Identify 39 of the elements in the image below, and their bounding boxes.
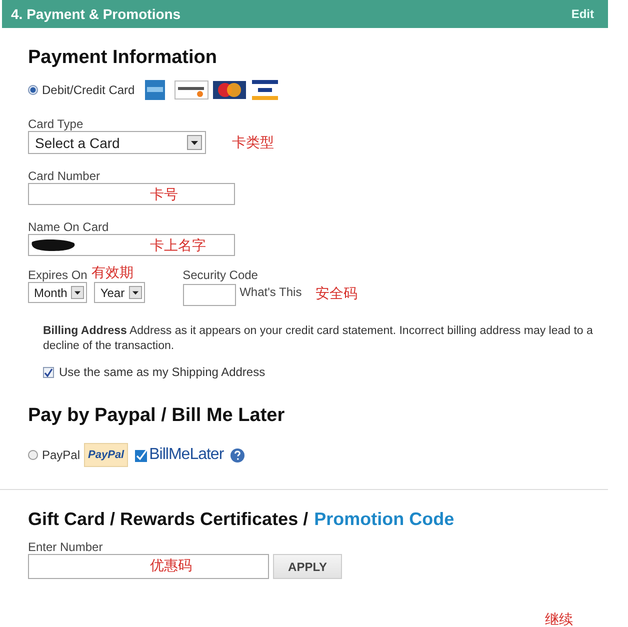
checkmark-icon bbox=[135, 448, 150, 462]
field-label: Security Code bbox=[182, 268, 258, 282]
promotion-code-link[interactable]: Promotion Code bbox=[314, 509, 454, 530]
apply-button[interactable]: APPLY bbox=[273, 554, 342, 579]
field-label: Card Type bbox=[28, 117, 84, 131]
field-label: Name On Card bbox=[28, 220, 110, 234]
year-dropdown[interactable]: Year bbox=[94, 282, 145, 303]
card-logos-icon bbox=[142, 79, 279, 101]
security-code-field[interactable] bbox=[182, 284, 236, 306]
field-label: Expires On bbox=[28, 268, 88, 282]
name-field[interactable]: 卡上名字 bbox=[28, 234, 235, 256]
section-heading: Gift Card / Rewards Certificates / bbox=[28, 509, 308, 530]
field-label: Card Number bbox=[28, 169, 102, 183]
radio-button[interactable] bbox=[28, 450, 38, 460]
radio-label: PayPal bbox=[42, 448, 80, 462]
card-number-field[interactable]: 卡号 bbox=[28, 183, 235, 205]
annotation: 安全码 bbox=[316, 285, 358, 303]
section-heading: Pay by Paypal / Bill Me Later bbox=[28, 405, 286, 427]
annotation: 继续 bbox=[545, 611, 573, 627]
billing-address-text: Billing Address Address as it appears on your credit card statement. Incorrect billing address may lead to a decline of the transaction. bbox=[43, 324, 593, 354]
radio-label: Debit/Credit Card bbox=[42, 83, 135, 97]
radio-button[interactable] bbox=[28, 85, 38, 95]
checkbox[interactable] bbox=[43, 366, 54, 378]
annotation: 卡号 bbox=[150, 186, 178, 204]
bill-me-later-logo: BillMeLater bbox=[149, 446, 224, 464]
gift-number-field[interactable]: 优惠码 bbox=[28, 554, 269, 579]
annotation: 有效期 bbox=[91, 264, 134, 282]
field-label: Enter Number bbox=[28, 540, 104, 554]
paypal-logo: PayPal bbox=[84, 443, 128, 467]
card-type-dropdown[interactable]: Select a Card bbox=[28, 131, 206, 154]
annotation: 卡上名字 bbox=[150, 237, 206, 255]
annotation: 优惠码 bbox=[150, 557, 192, 575]
section-title: 4. Payment & Promotions bbox=[11, 6, 181, 22]
section-heading: Payment Information bbox=[28, 47, 218, 69]
month-dropdown[interactable]: Month bbox=[28, 282, 88, 303]
checkbox-label: Use the same as my Shipping Address bbox=[59, 365, 266, 379]
annotation: 卡类型 bbox=[232, 134, 274, 152]
whats-this-link[interactable]: What's This bbox=[240, 285, 302, 299]
help-icon[interactable] bbox=[230, 448, 245, 462]
